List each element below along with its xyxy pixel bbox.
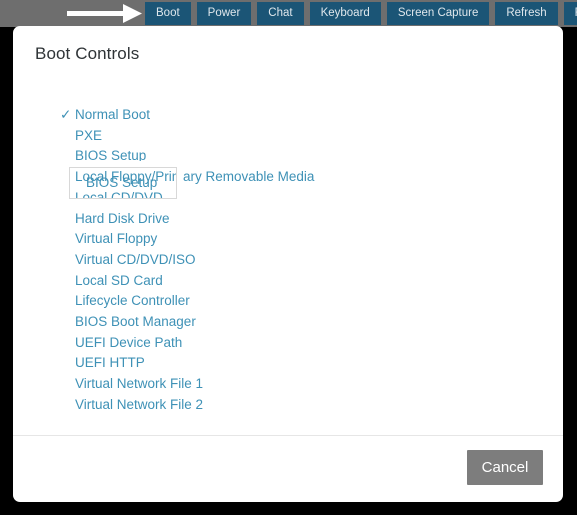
right-arrow-icon [67,4,142,23]
bios-setup-highlight-label[interactable]: BIOS Setup [86,173,157,194]
boot-option-lifecycle-controller[interactable]: Lifecycle Controller [60,291,490,312]
boot-option-label: Normal Boot [75,107,151,122]
check-icon: ✓ [60,107,72,122]
boot-option-virtual-cd-dvd-iso[interactable]: Virtual CD/DVD/ISO [60,250,490,271]
toolbar-button-power[interactable]: Power [196,2,252,25]
remote-console-toolbar: Boot Power Chat Keyboard Screen Capture … [0,0,577,27]
boot-option-normal-boot[interactable]: ✓ Normal Boot [60,105,490,126]
boot-option-uefi-http[interactable]: UEFI HTTP [60,353,490,374]
boot-option-hard-disk-drive[interactable]: Hard Disk Drive [60,209,490,230]
cancel-button[interactable]: Cancel [467,450,543,485]
toolbar-button-screen-capture[interactable]: Screen Capture [386,2,490,25]
toolbar-button-chat[interactable]: Chat [257,2,304,25]
dialog-title: Boot Controls [35,44,140,63]
boot-option-virtual-network-file-2[interactable]: Virtual Network File 2 [60,395,490,416]
toolbar-button-keyboard[interactable]: Keyboard [309,2,381,25]
boot-option-pxe[interactable]: PXE [60,126,490,147]
boot-option-bios-setup[interactable]: BIOS Setup [60,146,490,167]
dialog-footer: Cancel [13,435,563,502]
boot-option-virtual-floppy[interactable]: Virtual Floppy [60,229,490,250]
boot-option-local-sd-card[interactable]: Local SD Card [60,271,490,292]
boot-options-list: ✓ Normal Boot PXE BIOS Setup Local Flopp… [60,105,490,416]
boot-controls-dialog: Boot Controls ✓ Normal Boot PXE BIOS Set… [13,26,563,502]
boot-option-bios-boot-manager[interactable]: BIOS Boot Manager [60,312,490,333]
toolbar-left-spacer [0,0,57,27]
toolbar-button-boot[interactable]: Boot [145,2,191,25]
boot-option-virtual-network-file-1[interactable]: Virtual Network File 1 [60,374,490,395]
toolbar-button-full-screen[interactable]: Full S [563,2,577,25]
boot-option-uefi-device-path[interactable]: UEFI Device Path [60,333,490,354]
toolbar-button-refresh[interactable]: Refresh [495,2,558,25]
arrow-annotation [57,0,145,27]
